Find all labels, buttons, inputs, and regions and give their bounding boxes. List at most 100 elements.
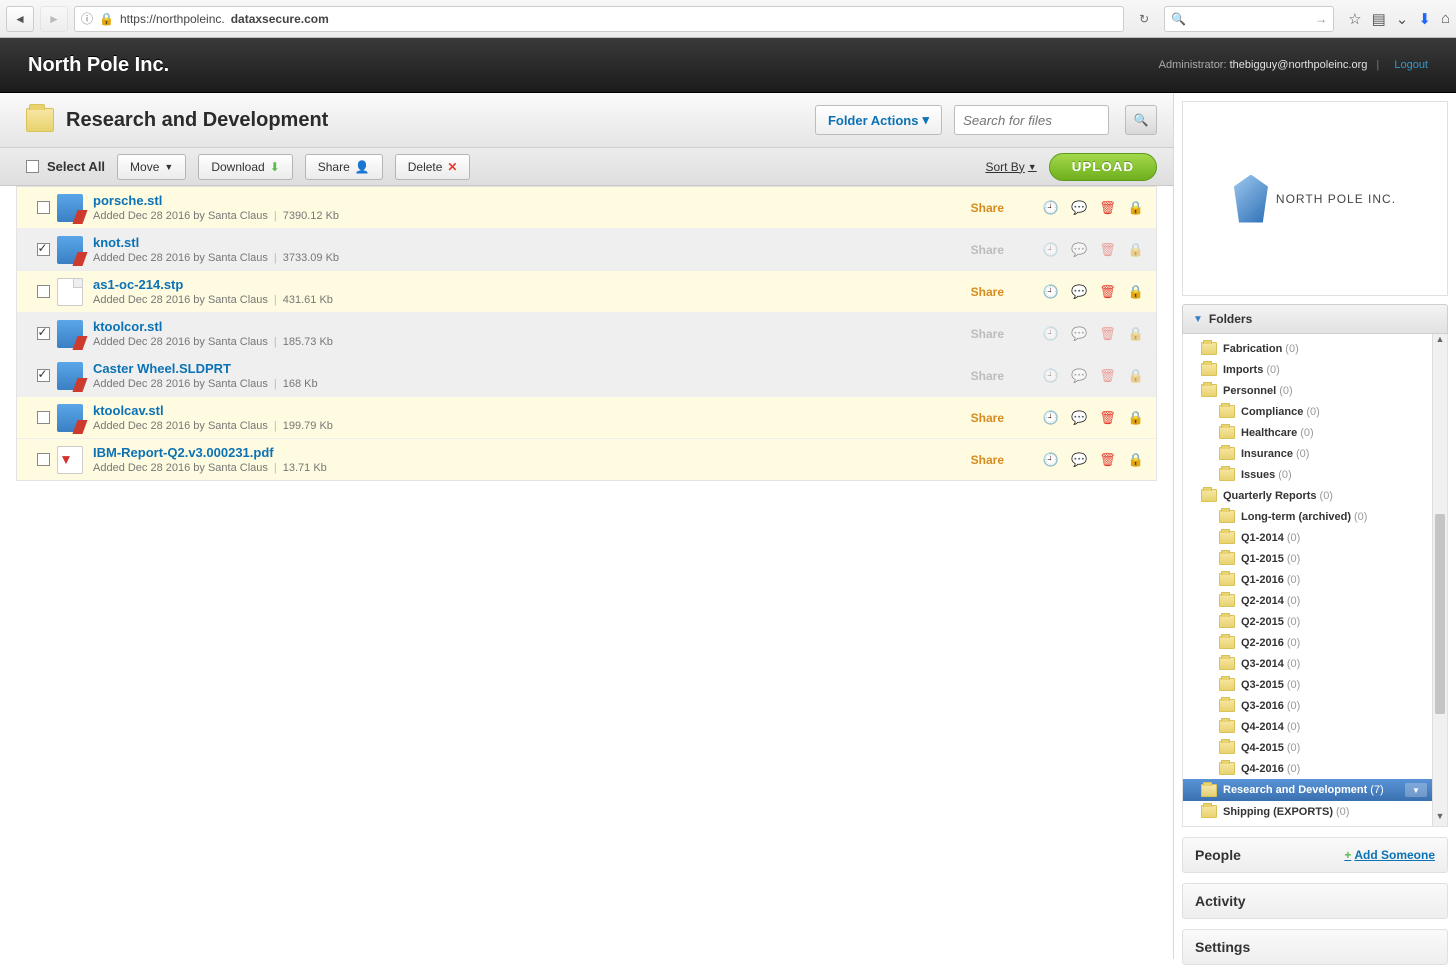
file-checkbox[interactable] xyxy=(29,411,57,424)
folder-actions-button[interactable]: Folder Actions▾ xyxy=(815,105,942,135)
trash-icon[interactable]: 🗑 xyxy=(1099,452,1116,468)
history-icon[interactable]: 🕘 xyxy=(1043,326,1059,342)
people-panel[interactable]: People + Add Someone xyxy=(1182,837,1448,873)
lock-icon[interactable]: 🔒 xyxy=(1128,200,1144,216)
comment-icon[interactable]: 💬 xyxy=(1071,242,1087,258)
folder-tree-item[interactable]: Research and Development(7)▼ xyxy=(1183,779,1447,801)
file-name[interactable]: ktoolcav.stl xyxy=(93,403,944,418)
folder-tree-item[interactable]: Insurance(0) xyxy=(1183,443,1447,464)
folder-tree-item[interactable]: Q3-2015(0) xyxy=(1183,674,1447,695)
comment-icon[interactable]: 💬 xyxy=(1071,326,1087,342)
browser-search[interactable]: 🔍 → xyxy=(1164,6,1334,32)
download-button[interactable]: Download ⬇ xyxy=(198,154,292,180)
folder-tree-item[interactable]: Q1-2014(0) xyxy=(1183,527,1447,548)
scroll-down-icon[interactable]: ▼ xyxy=(1433,811,1447,826)
file-checkbox[interactable] xyxy=(29,369,57,382)
folder-tree-item[interactable]: Compliance(0) xyxy=(1183,401,1447,422)
file-row[interactable]: knot.stlAdded Dec 28 2016 by Santa Claus… xyxy=(17,229,1156,271)
downloads-icon[interactable]: ⬇ xyxy=(1418,10,1431,28)
share-link[interactable]: Share xyxy=(944,369,1004,383)
folders-header[interactable]: ▼ Folders xyxy=(1182,304,1448,334)
share-link[interactable]: Share xyxy=(944,327,1004,341)
activity-panel[interactable]: Activity xyxy=(1182,883,1448,919)
trash-icon[interactable]: 🗑 xyxy=(1099,326,1116,342)
folder-tree-item[interactable]: Q2-2015(0) xyxy=(1183,611,1447,632)
folder-tree-item[interactable]: Q4-2014(0) xyxy=(1183,716,1447,737)
tree-scrollbar[interactable]: ▲ ▼ xyxy=(1432,334,1447,826)
sort-by-button[interactable]: Sort By ▼ xyxy=(985,160,1036,174)
add-someone-link[interactable]: + Add Someone xyxy=(1344,848,1435,862)
delete-button[interactable]: Delete ✕ xyxy=(395,154,471,180)
folder-menu-icon[interactable]: ▼ xyxy=(1405,783,1427,797)
back-button[interactable]: ◄ xyxy=(6,6,34,32)
home-icon[interactable]: ⌂ xyxy=(1441,10,1450,27)
file-row[interactable]: as1-oc-214.stpAdded Dec 28 2016 by Santa… xyxy=(17,271,1156,313)
file-name[interactable]: ktoolcor.stl xyxy=(93,319,944,334)
file-checkbox[interactable] xyxy=(29,285,57,298)
file-row[interactable]: ktoolcav.stlAdded Dec 28 2016 by Santa C… xyxy=(17,397,1156,439)
trash-icon[interactable]: 🗑 xyxy=(1099,284,1116,300)
share-link[interactable]: Share xyxy=(944,453,1004,467)
folder-tree-item[interactable]: Personnel(0) xyxy=(1183,380,1447,401)
share-link[interactable]: Share xyxy=(944,285,1004,299)
share-link[interactable]: Share xyxy=(944,201,1004,215)
star-icon[interactable]: ☆ xyxy=(1348,10,1361,28)
logout-link[interactable]: Logout xyxy=(1394,59,1428,71)
share-link[interactable]: Share xyxy=(944,243,1004,257)
history-icon[interactable]: 🕘 xyxy=(1043,284,1059,300)
select-all-checkbox[interactable] xyxy=(26,160,39,173)
folder-tree-item[interactable]: Q2-2016(0) xyxy=(1183,632,1447,653)
folder-tree-item[interactable]: Q3-2014(0) xyxy=(1183,653,1447,674)
comment-icon[interactable]: 💬 xyxy=(1071,284,1087,300)
search-files-input[interactable] xyxy=(954,105,1109,135)
lock-icon[interactable]: 🔒 xyxy=(1128,368,1144,384)
search-button[interactable]: 🔍 xyxy=(1125,105,1157,135)
file-name[interactable]: Caster Wheel.SLDPRT xyxy=(93,361,944,376)
file-row[interactable]: IBM-Report-Q2.v3.000231.pdfAdded Dec 28 … xyxy=(17,439,1156,480)
share-link[interactable]: Share xyxy=(944,411,1004,425)
trash-icon[interactable]: 🗑 xyxy=(1099,410,1116,426)
file-checkbox[interactable] xyxy=(29,327,57,340)
scroll-thumb[interactable] xyxy=(1435,514,1445,714)
folder-tree-item[interactable]: Imports(0) xyxy=(1183,359,1447,380)
folder-tree-item[interactable]: Q1-2015(0) xyxy=(1183,548,1447,569)
file-name[interactable]: IBM-Report-Q2.v3.000231.pdf xyxy=(93,445,944,460)
folder-tree-item[interactable]: Issues(0) xyxy=(1183,464,1447,485)
upload-button[interactable]: UPLOAD xyxy=(1049,153,1157,181)
trash-icon[interactable]: 🗑 xyxy=(1099,368,1116,384)
history-icon[interactable]: 🕘 xyxy=(1043,410,1059,426)
folder-tree-item[interactable]: Long-term (archived)(0) xyxy=(1183,506,1447,527)
lock-icon[interactable]: 🔒 xyxy=(1128,452,1144,468)
file-row[interactable]: porsche.stlAdded Dec 28 2016 by Santa Cl… xyxy=(17,187,1156,229)
comment-icon[interactable]: 💬 xyxy=(1071,410,1087,426)
trash-icon[interactable]: 🗑 xyxy=(1099,200,1116,216)
comment-icon[interactable]: 💬 xyxy=(1071,368,1087,384)
comment-icon[interactable]: 💬 xyxy=(1071,200,1087,216)
select-all[interactable]: Select All xyxy=(26,159,105,174)
refresh-button[interactable]: ↻ xyxy=(1130,6,1158,32)
file-checkbox[interactable] xyxy=(29,453,57,466)
file-name[interactable]: as1-oc-214.stp xyxy=(93,277,944,292)
history-icon[interactable]: 🕘 xyxy=(1043,368,1059,384)
file-row[interactable]: Caster Wheel.SLDPRTAdded Dec 28 2016 by … xyxy=(17,355,1156,397)
lock-icon[interactable]: 🔒 xyxy=(1128,284,1144,300)
lock-icon[interactable]: 🔒 xyxy=(1128,326,1144,342)
comment-icon[interactable]: 💬 xyxy=(1071,452,1087,468)
folder-tree-item[interactable]: Q1-2016(0) xyxy=(1183,569,1447,590)
folder-tree-item[interactable]: Q2-2014(0) xyxy=(1183,590,1447,611)
folder-tree-item[interactable]: Fabrication(0) xyxy=(1183,338,1447,359)
lock-icon[interactable]: 🔒 xyxy=(1128,410,1144,426)
pocket-icon[interactable]: ⌄ xyxy=(1396,10,1409,28)
history-icon[interactable]: 🕘 xyxy=(1043,242,1059,258)
lock-icon[interactable]: 🔒 xyxy=(1128,242,1144,258)
folder-tree-item[interactable]: Q4-2016(0) xyxy=(1183,758,1447,779)
settings-panel[interactable]: Settings xyxy=(1182,929,1448,965)
file-checkbox[interactable] xyxy=(29,243,57,256)
url-bar[interactable]: ⓘ 🔒 https://northpoleinc.dataxsecure.com xyxy=(74,6,1124,32)
folder-tree-item[interactable]: Q3-2016(0) xyxy=(1183,695,1447,716)
library-icon[interactable]: ▤ xyxy=(1372,10,1386,28)
scroll-up-icon[interactable]: ▲ xyxy=(1433,334,1447,349)
folder-tree-item[interactable]: Shipping (EXPORTS)(0) xyxy=(1183,801,1447,822)
move-button[interactable]: Move ▼ xyxy=(117,154,186,180)
file-name[interactable]: knot.stl xyxy=(93,235,944,250)
